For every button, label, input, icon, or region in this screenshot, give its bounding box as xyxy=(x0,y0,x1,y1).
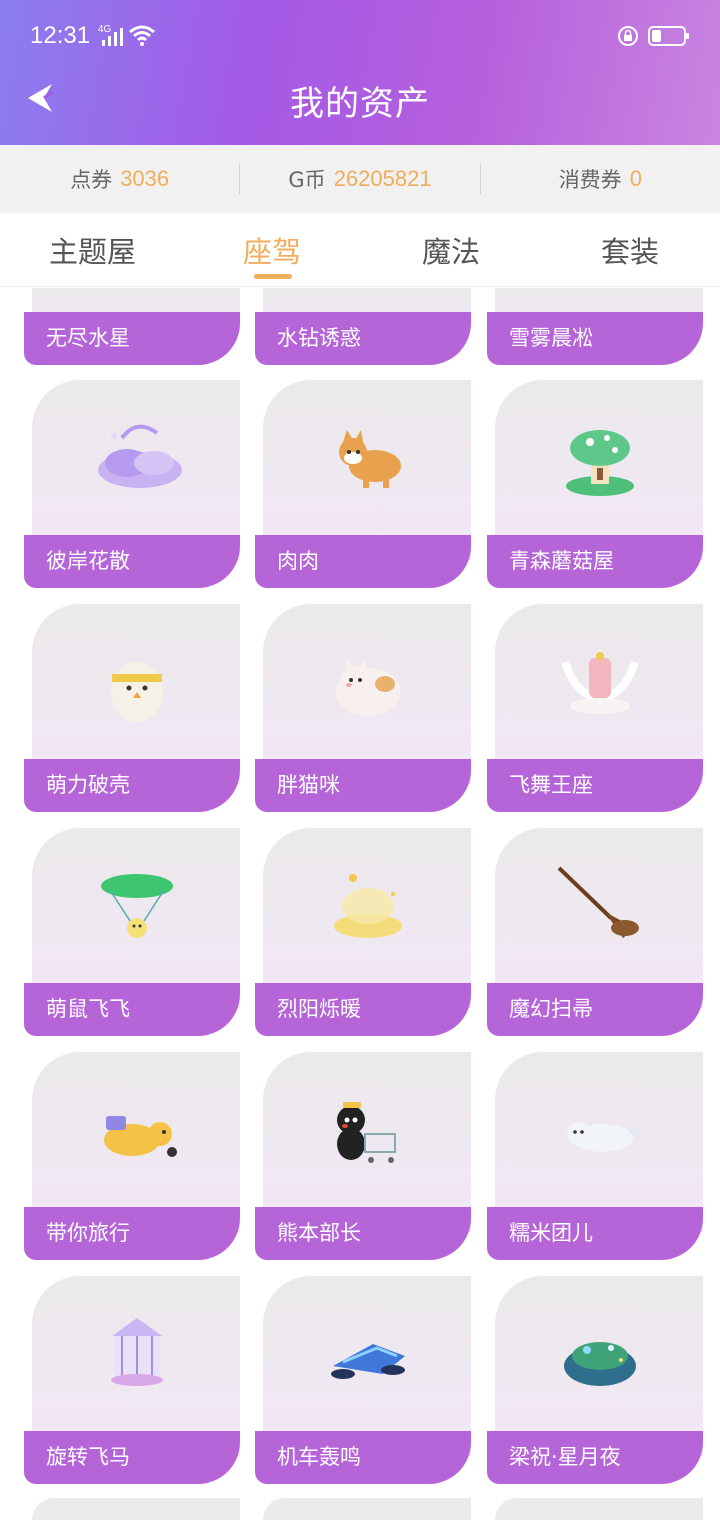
tab-outfit[interactable]: 套装 xyxy=(601,229,659,271)
starry-night-island-icon xyxy=(564,1342,636,1386)
card-label: 青森蘑菇屋 xyxy=(487,535,703,588)
magic-broom-icon xyxy=(557,866,639,938)
card-label: 梁祝·星月夜 xyxy=(487,1431,703,1484)
tab-theme-house[interactable]: 主题屋 xyxy=(49,229,136,271)
leaf-parachute-mouse-icon xyxy=(101,874,173,938)
card-label: 雪雾晨凇 xyxy=(487,312,703,365)
tab-mount[interactable]: 座驾 xyxy=(243,229,301,271)
app-header: 12:31 4G 我的资产 xyxy=(0,0,720,145)
balance-label: 消费券 xyxy=(558,168,622,192)
balance-value: 3036 xyxy=(120,166,170,191)
status-time: 12:31 xyxy=(30,22,91,49)
next-row-card xyxy=(263,1498,471,1520)
asset-grid: 无尽水星 水钻诱惑 雪雾晨凇 彼岸花散 肉肉 青森蘑菇屋 萌力破壳 胖猫咪 飞舞… xyxy=(0,288,720,1520)
card-label: 彼岸花散 xyxy=(24,535,240,588)
asset-card[interactable]: 糯米团儿 xyxy=(487,1052,703,1260)
card-label: 带你旅行 xyxy=(24,1207,240,1260)
balance-gcoin: G币 26205821 xyxy=(240,164,479,194)
asset-card[interactable]: 萌力破壳 xyxy=(24,604,240,812)
asset-card[interactable]: 胖猫咪 xyxy=(255,604,471,812)
card-label: 水钻诱惑 xyxy=(255,312,471,365)
card-label: 胖猫咪 xyxy=(255,759,471,812)
asset-card[interactable]: 旋转飞马 xyxy=(24,1276,240,1484)
battery-icon xyxy=(648,26,689,46)
asset-card[interactable]: 梁祝·星月夜 xyxy=(487,1276,703,1484)
asset-card[interactable]: 萌鼠飞飞 xyxy=(24,828,240,1036)
balance-label: G币 xyxy=(288,168,326,192)
balance-voucher: 消费券 0 xyxy=(481,164,720,194)
balance-coupon: 点券 3036 xyxy=(0,164,239,194)
asset-card[interactable]: 无尽水星 xyxy=(24,288,240,365)
card-label: 糯米团儿 xyxy=(487,1207,703,1260)
balance-value: 0 xyxy=(629,166,642,191)
asset-card[interactable]: 雪雾晨凇 xyxy=(487,288,703,365)
balance-value: 26205821 xyxy=(333,166,432,191)
travel-dog-icon xyxy=(104,1116,177,1157)
corgi-dog-icon xyxy=(339,430,401,488)
card-label: 萌鼠飞飞 xyxy=(24,983,240,1036)
active-tab-indicator xyxy=(254,274,292,279)
winged-throne-icon xyxy=(561,652,639,714)
asset-card[interactable]: 飞舞王座 xyxy=(487,604,703,812)
card-label: 烈阳烁暖 xyxy=(255,983,471,1036)
card-label: 旋转飞马 xyxy=(24,1431,240,1484)
card-label: 萌力破壳 xyxy=(24,759,240,812)
fat-cat-icon xyxy=(336,658,400,716)
asset-card[interactable]: 水钻诱惑 xyxy=(255,288,471,365)
rotation-lock-icon xyxy=(618,26,638,46)
mushroom-house-icon xyxy=(566,430,634,496)
category-tabs: 主题屋 座驾 魔法 套装 xyxy=(0,213,720,287)
asset-card[interactable]: 魔幻扫帚 xyxy=(487,828,703,1036)
purple-cloud-icon xyxy=(98,424,182,488)
tab-magic[interactable]: 魔法 xyxy=(422,229,480,271)
asset-card[interactable]: 熊本部长 xyxy=(255,1052,471,1260)
asset-card[interactable]: 彼岸花散 xyxy=(24,380,240,588)
balance-label: 点券 xyxy=(70,168,113,192)
card-label: 飞舞王座 xyxy=(487,759,703,812)
next-row-card xyxy=(495,1498,703,1520)
card-label: 无尽水星 xyxy=(24,312,240,365)
card-label: 肉肉 xyxy=(255,535,471,588)
asset-card[interactable]: 肉肉 xyxy=(255,380,471,588)
asset-card[interactable]: 烈阳烁暖 xyxy=(255,828,471,1036)
golden-cloud-icon xyxy=(334,874,402,938)
balance-bar: 点券 3036 G币 26205821 消费券 0 xyxy=(0,145,720,213)
wifi-icon xyxy=(129,25,155,46)
card-label: 机车轰鸣 xyxy=(255,1431,471,1484)
asset-card[interactable]: 带你旅行 xyxy=(24,1052,240,1260)
card-label: 魔幻扫帚 xyxy=(487,983,703,1036)
page-title: 我的资产 xyxy=(290,84,430,124)
asset-card[interactable]: 机车轰鸣 xyxy=(255,1276,471,1484)
white-seal-icon xyxy=(567,1122,641,1152)
asset-card[interactable]: 青森蘑菇屋 xyxy=(487,380,703,588)
kumamon-cart-icon xyxy=(337,1102,396,1163)
signal-icon xyxy=(102,28,123,46)
carousel-icon xyxy=(111,1318,163,1386)
card-label: 熊本部长 xyxy=(255,1207,471,1260)
next-row-card xyxy=(32,1498,240,1520)
hatching-egg-icon xyxy=(111,662,163,722)
blue-motorbike-icon xyxy=(331,1344,405,1379)
